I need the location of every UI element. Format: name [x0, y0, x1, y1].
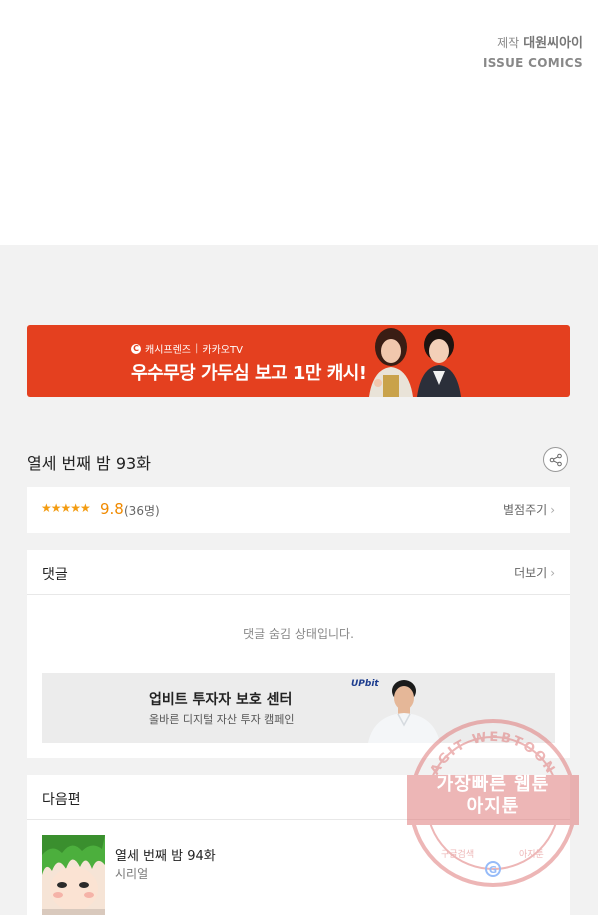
ad-headline: 우수무당 가두심 보고 1만 캐시! [131, 363, 367, 384]
rate-button[interactable]: 별점주기 › [503, 501, 555, 518]
comments-more-button[interactable]: 더보기 › [514, 564, 555, 581]
watermark-bottom-left: 구글검색 [441, 848, 474, 860]
comic-end-area: 제작 대원씨아이 ISSUE COMICS [0, 0, 598, 245]
next-episode-title[interactable]: 열세 번째 밤 94화 [115, 845, 216, 864]
credit-label: 제작 [497, 36, 520, 50]
next-episode-section-title: 다음편 [42, 792, 81, 808]
next-episode-type: 시리얼 [115, 867, 149, 881]
upbit-ad-title: 업비트 투자자 보호 센터 [149, 692, 293, 708]
watermark-line2: 아지툰 [466, 796, 520, 817]
chevron-right-icon: › [550, 503, 555, 517]
kakao-ad-banner[interactable]: C 캐시프렌즈 | 카카오TV 우수무당 가두심 보고 1만 캐시! [27, 325, 570, 397]
more-button-label: 더보기 [514, 566, 548, 580]
divider [27, 594, 570, 595]
rating-score: 9.8 [100, 500, 124, 518]
comments-title: 댓글 [42, 567, 68, 583]
rating-card: ★★★★★ 9.8 (36명) 별점주기 › [27, 487, 570, 533]
comments-hidden-notice: 댓글 숨김 상태입니다. [243, 627, 354, 641]
watermark-bottom-right: 아지툰 [519, 849, 544, 860]
ad-brand: C 캐시프렌즈 | 카카오TV [131, 341, 243, 356]
credit-studio: 대원씨아이 [523, 36, 583, 51]
ad-brand-right: 카카오TV [202, 345, 243, 356]
production-credit: 제작 대원씨아이 ISSUE COMICS [483, 34, 583, 73]
next-episode-thumbnail[interactable] [42, 835, 105, 915]
rating-count: (36명) [124, 504, 160, 518]
ad-brand-separator: | [195, 343, 199, 354]
episode-title: 열세 번째 밤 93화 [27, 454, 151, 473]
ad-people-image [369, 328, 461, 397]
watermark-line1: 가장빠른 웹툰 [436, 774, 550, 795]
cash-friends-logo-icon: C [131, 343, 141, 354]
ad-brand-left: 캐시프렌즈 [145, 345, 191, 356]
rating-stars-icon: ★★★★★ [41, 501, 91, 515]
rate-button-label: 별점주기 [503, 503, 548, 517]
credit-publisher: ISSUE COMICS [482, 56, 583, 70]
watermark-band-text: 가장빠른 웹툰 아지툰 [408, 774, 578, 818]
google-icon: G [489, 865, 497, 876]
share-icon [549, 453, 562, 466]
chevron-right-icon: › [550, 566, 555, 580]
share-button[interactable] [543, 447, 568, 472]
upbit-ad-subtitle: 올바른 디지털 자산 투자 캠페인 [149, 713, 295, 726]
